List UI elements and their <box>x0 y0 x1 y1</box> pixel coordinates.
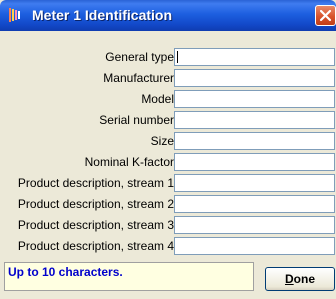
field-row-stream-3: Product description, stream 3 <box>4 216 336 235</box>
field-row-general-type: General type <box>4 48 336 67</box>
done-label: one <box>293 272 315 286</box>
field-label: Product description, stream 2 <box>17 197 174 211</box>
dialog-window: Meter 1 Identification General type Manu… <box>0 0 336 299</box>
close-button[interactable] <box>315 5 336 26</box>
field-row-stream-4: Product description, stream 4 <box>4 237 336 256</box>
field-label: Serial number <box>99 113 174 127</box>
field-row-nominal-k-factor: Nominal K-factor <box>4 153 336 172</box>
window-title: Meter 1 Identification <box>32 7 173 23</box>
field-label: Manufacturer <box>103 71 174 85</box>
field-row-model: Model <box>4 90 336 109</box>
field-label: Size <box>150 134 174 148</box>
field-label: General type <box>105 50 174 64</box>
nominal-k-factor-input[interactable] <box>174 153 335 171</box>
field-row-size: Size <box>4 132 336 151</box>
serial-number-input[interactable] <box>174 111 335 129</box>
field-row-serial-number: Serial number <box>4 111 336 130</box>
field-row-stream-2: Product description, stream 2 <box>4 195 336 214</box>
size-input[interactable] <box>174 132 335 150</box>
text-caret <box>177 51 178 63</box>
field-label: Product description, stream 4 <box>17 239 174 253</box>
product-description-stream-1-input[interactable] <box>174 174 335 192</box>
done-button[interactable]: Done <box>265 267 335 291</box>
field-label: Product description, stream 1 <box>17 176 174 190</box>
product-description-stream-3-input[interactable] <box>174 216 335 234</box>
field-label: Nominal K-factor <box>84 155 174 169</box>
model-input[interactable] <box>174 90 335 108</box>
general-type-input[interactable] <box>174 48 335 66</box>
manufacturer-input[interactable] <box>174 69 335 87</box>
field-label: Model <box>141 92 174 106</box>
field-label: Product description, stream 3 <box>17 218 174 232</box>
status-hint: Up to 10 characters. <box>4 262 254 291</box>
app-icon <box>6 6 24 24</box>
done-mnemonic: D <box>284 272 294 286</box>
form-area: General type Manufacturer Model Serial n… <box>4 31 336 299</box>
close-icon <box>319 9 332 22</box>
product-description-stream-4-input[interactable] <box>174 237 335 255</box>
title-bar[interactable]: Meter 1 Identification <box>0 0 336 31</box>
field-row-stream-1: Product description, stream 1 <box>4 174 336 193</box>
status-message: Up to 10 characters. <box>8 265 123 279</box>
product-description-stream-2-input[interactable] <box>174 195 335 213</box>
field-row-manufacturer: Manufacturer <box>4 69 336 88</box>
